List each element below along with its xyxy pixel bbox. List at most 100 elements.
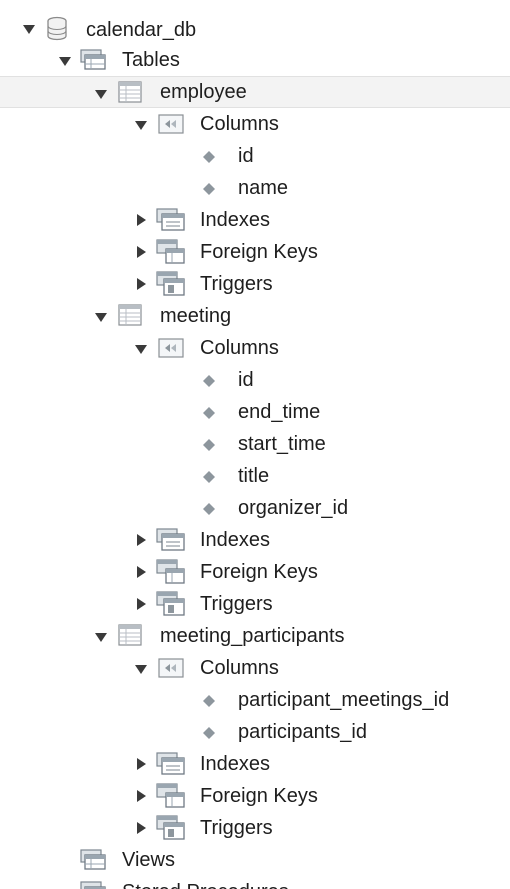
- database-icon: [47, 16, 67, 41]
- column-item[interactable]: participant_meetings_id: [0, 684, 510, 716]
- column-diamond-icon: [203, 503, 215, 515]
- columns-icon: [158, 658, 184, 678]
- tree-row-tables[interactable]: Tables: [0, 44, 510, 76]
- columns-label: Columns: [200, 113, 279, 135]
- foreign-keys-label: Foreign Keys: [200, 785, 318, 807]
- tree-row-columns[interactable]: Columns: [0, 332, 510, 364]
- column-item[interactable]: organizer_id: [0, 492, 510, 524]
- expand-arrow-icon[interactable]: [134, 118, 148, 132]
- tree-row-foreign-keys[interactable]: Foreign Keys: [0, 780, 510, 812]
- schema-tree: calendar_db Tables employee Columns id n…: [0, 0, 510, 889]
- column-label: participants_id: [238, 721, 367, 743]
- tree-row-table-meeting[interactable]: meeting: [0, 300, 510, 332]
- tree-row-triggers[interactable]: Triggers: [0, 588, 510, 620]
- column-item[interactable]: participants_id: [0, 716, 510, 748]
- expand-arrow-icon[interactable]: [134, 213, 148, 227]
- database-label: calendar_db: [86, 19, 197, 41]
- expand-arrow-icon[interactable]: [134, 597, 148, 611]
- columns-label: Columns: [200, 337, 279, 359]
- foreign-keys-icon: [156, 239, 185, 264]
- column-diamond-icon: [203, 375, 215, 387]
- columns-icon: [158, 338, 184, 358]
- tree-row-triggers[interactable]: Triggers: [0, 812, 510, 844]
- expand-arrow-icon[interactable]: [134, 662, 148, 676]
- indexes-label: Indexes: [200, 529, 271, 551]
- column-label: participant_meetings_id: [238, 689, 450, 711]
- column-diamond-icon: [203, 407, 215, 419]
- column-diamond-icon: [203, 439, 215, 451]
- tree-row-database[interactable]: calendar_db: [0, 12, 510, 44]
- column-item[interactable]: name: [0, 172, 510, 204]
- column-item[interactable]: end_time: [0, 396, 510, 428]
- expand-arrow-icon[interactable]: [134, 342, 148, 356]
- expand-arrow-icon[interactable]: [134, 277, 148, 291]
- column-label: name: [238, 177, 289, 199]
- triggers-label: Triggers: [200, 817, 273, 839]
- table-label: meeting: [160, 305, 232, 327]
- triggers-icon: [156, 591, 185, 616]
- tree-row-views[interactable]: Views: [0, 844, 510, 876]
- triggers-icon: [156, 271, 185, 296]
- table-icon: [118, 81, 142, 103]
- expand-arrow-icon[interactable]: [134, 533, 148, 547]
- column-diamond-icon: [203, 695, 215, 707]
- column-label: organizer_id: [238, 497, 349, 519]
- expand-arrow-icon[interactable]: [58, 54, 72, 68]
- table-icon: [118, 624, 142, 646]
- column-item[interactable]: start_time: [0, 428, 510, 460]
- column-item[interactable]: title: [0, 460, 510, 492]
- stored-procedures-folder-icon: [80, 881, 106, 889]
- indexes-icon: [156, 752, 185, 775]
- indexes-icon: [156, 208, 185, 231]
- views-label: Views: [122, 849, 175, 871]
- foreign-keys-icon: [156, 783, 185, 808]
- triggers-label: Triggers: [200, 593, 273, 615]
- foreign-keys-label: Foreign Keys: [200, 561, 318, 583]
- tree-row-indexes[interactable]: Indexes: [0, 204, 510, 236]
- tree-row-table-employee[interactable]: employee: [0, 76, 510, 108]
- expand-arrow-icon[interactable]: [22, 22, 36, 36]
- column-diamond-icon: [203, 183, 215, 195]
- expand-arrow-icon[interactable]: [94, 310, 108, 324]
- tables-label: Tables: [122, 49, 180, 71]
- indexes-icon: [156, 528, 185, 551]
- columns-label: Columns: [200, 657, 279, 679]
- column-item[interactable]: id: [0, 364, 510, 396]
- tree-row-stored-procedures[interactable]: Stored Procedures: [0, 876, 510, 889]
- table-label: meeting_participants: [160, 625, 345, 647]
- foreign-keys-icon: [156, 559, 185, 584]
- tree-row-foreign-keys[interactable]: Foreign Keys: [0, 236, 510, 268]
- triggers-label: Triggers: [200, 273, 273, 295]
- expand-arrow-icon[interactable]: [134, 789, 148, 803]
- expand-arrow-icon[interactable]: [94, 87, 108, 101]
- tree-row-columns[interactable]: Columns: [0, 108, 510, 140]
- column-diamond-icon: [203, 151, 215, 163]
- expand-arrow-icon[interactable]: [134, 245, 148, 259]
- stored-procedures-label: Stored Procedures: [122, 880, 289, 889]
- column-label: start_time: [238, 433, 326, 455]
- indexes-label: Indexes: [200, 753, 271, 775]
- column-diamond-icon: [203, 727, 215, 739]
- table-icon: [118, 304, 142, 326]
- column-item[interactable]: id: [0, 140, 510, 172]
- column-label: id: [238, 145, 254, 167]
- columns-icon: [158, 114, 184, 134]
- expand-arrow-icon[interactable]: [134, 821, 148, 835]
- table-label: employee: [160, 81, 247, 103]
- column-label: end_time: [238, 401, 321, 423]
- foreign-keys-label: Foreign Keys: [200, 241, 318, 263]
- tree-row-table-meeting-participants[interactable]: meeting_participants: [0, 620, 510, 652]
- triggers-icon: [156, 815, 185, 840]
- tree-row-foreign-keys[interactable]: Foreign Keys: [0, 556, 510, 588]
- tree-row-triggers[interactable]: Triggers: [0, 268, 510, 300]
- column-label: title: [238, 465, 270, 487]
- expand-arrow-icon[interactable]: [134, 565, 148, 579]
- column-label: id: [238, 369, 254, 391]
- views-folder-icon: [80, 849, 106, 870]
- tree-row-indexes[interactable]: Indexes: [0, 748, 510, 780]
- indexes-label: Indexes: [200, 209, 271, 231]
- tree-row-columns[interactable]: Columns: [0, 652, 510, 684]
- expand-arrow-icon[interactable]: [134, 757, 148, 771]
- expand-arrow-icon[interactable]: [94, 630, 108, 644]
- tree-row-indexes[interactable]: Indexes: [0, 524, 510, 556]
